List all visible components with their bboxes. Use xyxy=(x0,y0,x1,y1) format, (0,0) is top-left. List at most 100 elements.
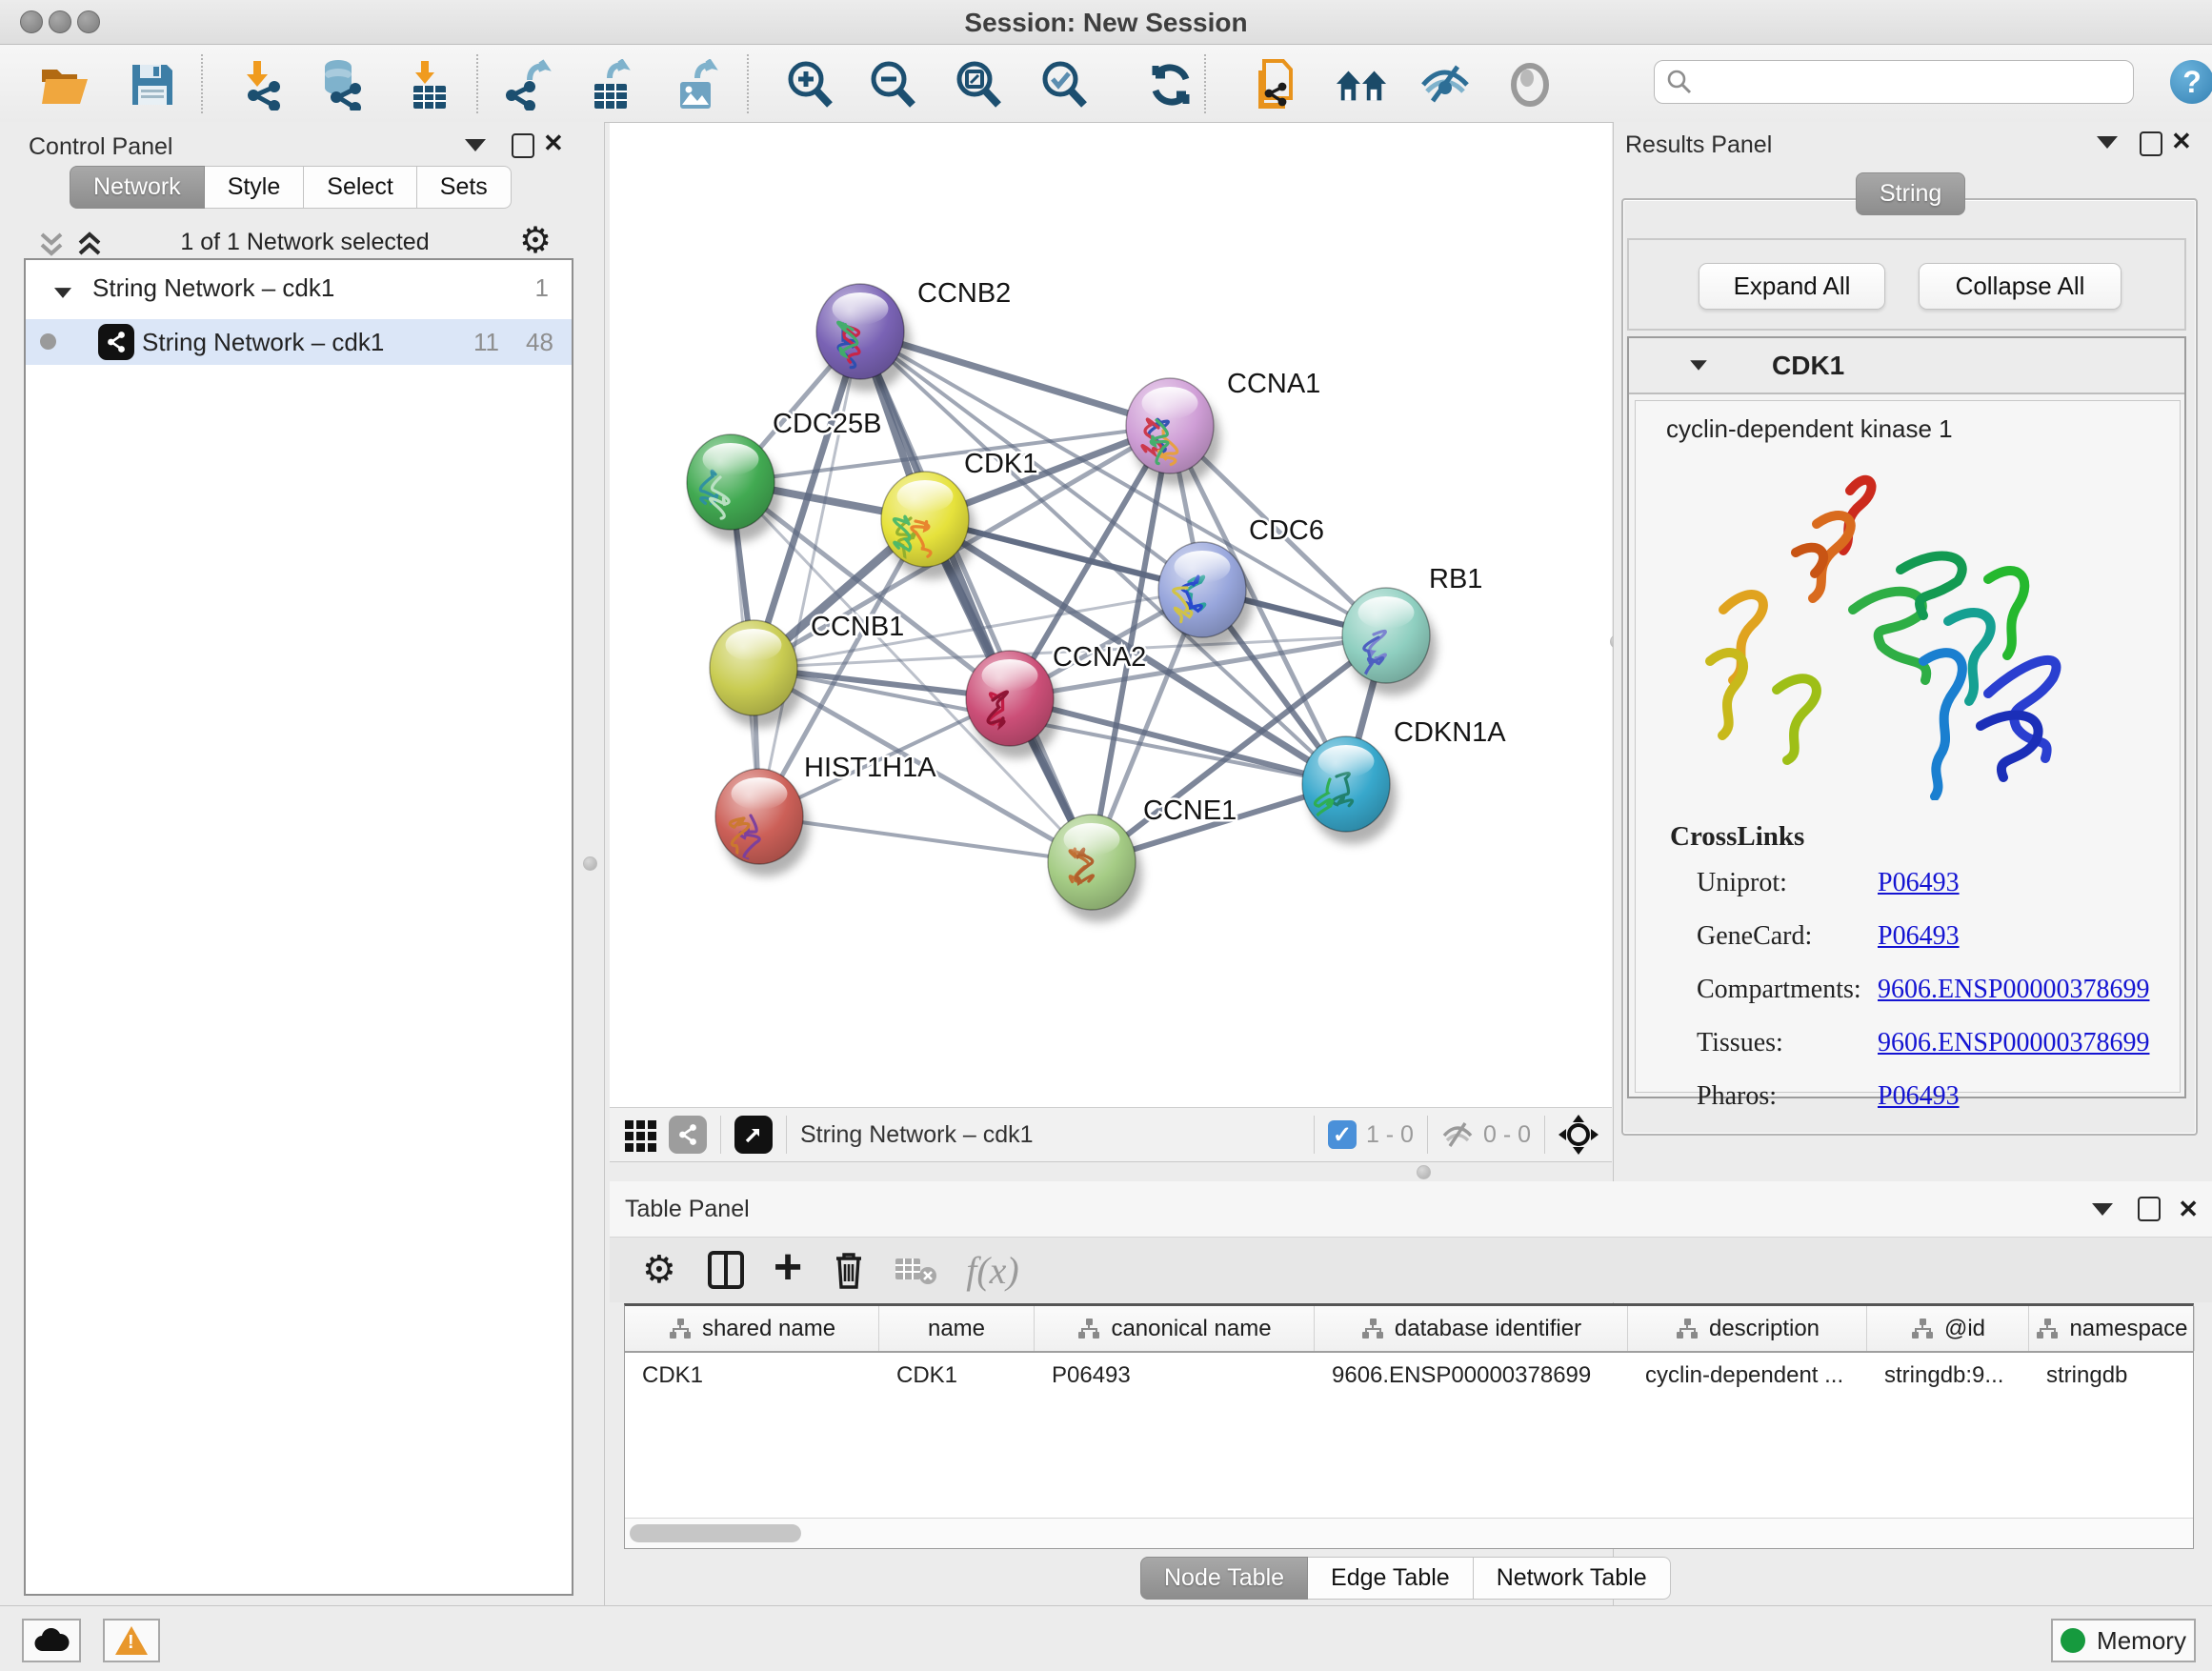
warning-button[interactable]: ! xyxy=(103,1619,160,1662)
function-builder-icon[interactable]: f(x) xyxy=(966,1248,1019,1293)
network-node-RB1[interactable] xyxy=(1342,588,1437,695)
network-edge-CCNB2-HIST1H1A[interactable] xyxy=(759,332,860,816)
column-header-@id[interactable]: @id xyxy=(1867,1306,2029,1351)
show-all-icon[interactable] xyxy=(1503,58,1557,111)
collapse-all-button[interactable]: Collapse All xyxy=(1919,263,2122,310)
zoom-in-icon[interactable] xyxy=(783,58,836,111)
crosslink-pharos-link[interactable]: P06493 xyxy=(1878,1081,1960,1112)
import-table-file-icon[interactable] xyxy=(403,58,456,111)
panel-divider-handle[interactable] xyxy=(583,856,597,871)
delete-table-icon[interactable] xyxy=(894,1253,937,1287)
selected-checkbox-icon[interactable]: ✓ xyxy=(1328,1120,1357,1149)
column-header-shared-name[interactable]: shared name xyxy=(625,1306,879,1351)
column-header-canonical-name[interactable]: canonical name xyxy=(1035,1306,1315,1351)
tab-node-table[interactable]: Node Table xyxy=(1140,1557,1308,1600)
crosslink-tissues-link[interactable]: 9606.ENSP00000378699 xyxy=(1878,1028,2149,1058)
network-options-gear-icon[interactable]: ⚙ xyxy=(519,219,552,262)
table-cell[interactable]: stringdb:9... xyxy=(1867,1353,2029,1398)
network-node-CDC6[interactable] xyxy=(1158,542,1253,650)
network-node-CDKN1A[interactable] xyxy=(1302,736,1397,844)
scrollbar-thumb[interactable] xyxy=(630,1524,801,1542)
open-session-icon[interactable] xyxy=(38,58,91,111)
column-header-database-identifier[interactable]: database identifier xyxy=(1315,1306,1628,1351)
network-node-CCNA1[interactable] xyxy=(1126,378,1220,486)
tab-select[interactable]: Select xyxy=(304,166,416,209)
crosslink-uniprot-link[interactable]: P06493 xyxy=(1878,868,1960,898)
column-header-label: namespace xyxy=(2069,1316,2187,1342)
tab-style[interactable]: Style xyxy=(205,166,305,209)
table-cell[interactable]: CDK1 xyxy=(879,1353,1035,1398)
network-view-icon[interactable] xyxy=(669,1116,707,1154)
table-panel-float-icon[interactable] xyxy=(2138,1197,2161,1221)
results-panel-menu-icon[interactable] xyxy=(2097,136,2118,149)
cdk1-collapse-icon[interactable] xyxy=(1690,360,1707,370)
delete-column-icon[interactable] xyxy=(831,1249,867,1291)
fit-content-crosshair-icon[interactable] xyxy=(1558,1115,1599,1155)
expand-all-button[interactable]: Expand All xyxy=(1699,263,1885,310)
network-node-CCNB2[interactable] xyxy=(816,284,911,392)
grid-view-icon[interactable] xyxy=(623,1117,659,1153)
export-image-icon[interactable] xyxy=(672,58,725,111)
tab-string[interactable]: String xyxy=(1856,172,1965,215)
clone-network-icon[interactable] xyxy=(1249,58,1302,111)
cloud-button[interactable] xyxy=(22,1619,81,1662)
table-cell[interactable]: 9606.ENSP00000378699 xyxy=(1315,1353,1628,1398)
network-node-CDK1[interactable] xyxy=(881,472,975,579)
show-columns-icon[interactable] xyxy=(707,1249,745,1291)
control-panel-menu-icon[interactable] xyxy=(465,139,486,151)
search-input[interactable] xyxy=(1693,68,2106,96)
column-header-name[interactable]: name xyxy=(879,1306,1035,1351)
import-network-file-icon[interactable] xyxy=(234,58,288,111)
network-state-dot-icon xyxy=(40,333,56,350)
zoom-selected-icon[interactable] xyxy=(1037,58,1091,111)
column-header-namespace[interactable]: namespace xyxy=(2029,1306,2195,1351)
protein-structure-image xyxy=(1674,457,2074,800)
memory-button[interactable]: Memory xyxy=(2051,1619,2196,1662)
crosslink-genecard-link[interactable]: P06493 xyxy=(1878,921,1960,952)
control-panel-close-icon[interactable]: ✕ xyxy=(543,129,564,158)
network-node-CCNA2[interactable] xyxy=(966,651,1060,758)
zoom-out-icon[interactable] xyxy=(866,58,919,111)
network-node-HIST1H1A[interactable] xyxy=(715,769,810,876)
expand-all-icon[interactable] xyxy=(74,229,105,261)
tab-sets[interactable]: Sets xyxy=(417,166,512,209)
add-column-icon[interactable]: + xyxy=(774,1238,802,1296)
collapse-all-icon[interactable] xyxy=(36,229,67,261)
table-cell[interactable]: P06493 xyxy=(1035,1353,1315,1398)
panel-divider-handle[interactable] xyxy=(1417,1165,1431,1179)
control-panel-float-icon[interactable] xyxy=(512,133,534,158)
cdk1-section-header[interactable]: CDK1 xyxy=(1629,338,2184,394)
crosslink-compartments-link[interactable]: 9606.ENSP00000378699 xyxy=(1878,975,2149,1005)
refresh-icon[interactable] xyxy=(1144,58,1197,111)
network-canvas[interactable]: CCNB2CCNA1CDC25BCDK1CDC6RB1CCNB1CCNA2CDK… xyxy=(610,123,1612,1107)
network-row-selected[interactable]: String Network – cdk1 11 48 xyxy=(26,319,572,365)
results-panel-float-icon[interactable] xyxy=(2140,131,2162,156)
column-header-description[interactable]: description xyxy=(1628,1306,1867,1351)
table-cell[interactable]: CDK1 xyxy=(625,1353,879,1398)
results-panel-close-icon[interactable]: ✕ xyxy=(2171,127,2192,156)
help-icon[interactable]: ? xyxy=(2170,60,2212,104)
status-separator xyxy=(786,1116,787,1154)
table-horizontal-scrollbar[interactable] xyxy=(625,1518,2193,1548)
export-table-icon[interactable] xyxy=(586,58,639,111)
import-network-database-icon[interactable] xyxy=(314,58,368,111)
table-settings-gear-icon[interactable]: ⚙ xyxy=(642,1248,676,1292)
table-panel-close-icon[interactable]: ✕ xyxy=(2178,1195,2199,1224)
export-network-icon[interactable] xyxy=(503,58,556,111)
search-field[interactable] xyxy=(1654,60,2134,104)
table-panel-menu-icon[interactable] xyxy=(2092,1203,2113,1216)
tab-edge-table[interactable]: Edge Table xyxy=(1308,1557,1474,1600)
hide-selected-icon[interactable] xyxy=(1418,58,1472,111)
table-row[interactable]: CDK1CDK1P064939606.ENSP00000378699cyclin… xyxy=(625,1353,2193,1398)
zoom-fit-icon[interactable] xyxy=(952,58,1005,111)
table-cell[interactable]: cyclin-dependent ... xyxy=(1628,1353,1867,1398)
table-cell[interactable]: stringdb xyxy=(2029,1353,2195,1398)
tab-network[interactable]: Network xyxy=(70,166,205,209)
birdseye-view-icon[interactable] xyxy=(734,1116,773,1154)
tree-expand-icon[interactable] xyxy=(54,288,71,298)
first-neighbors-icon[interactable] xyxy=(1335,58,1388,111)
tab-network-table[interactable]: Network Table xyxy=(1474,1557,1671,1600)
network-collection-row[interactable]: String Network – cdk1 1 xyxy=(26,273,572,317)
save-session-icon[interactable] xyxy=(126,58,179,111)
network-node-CDC25B[interactable] xyxy=(687,434,781,542)
